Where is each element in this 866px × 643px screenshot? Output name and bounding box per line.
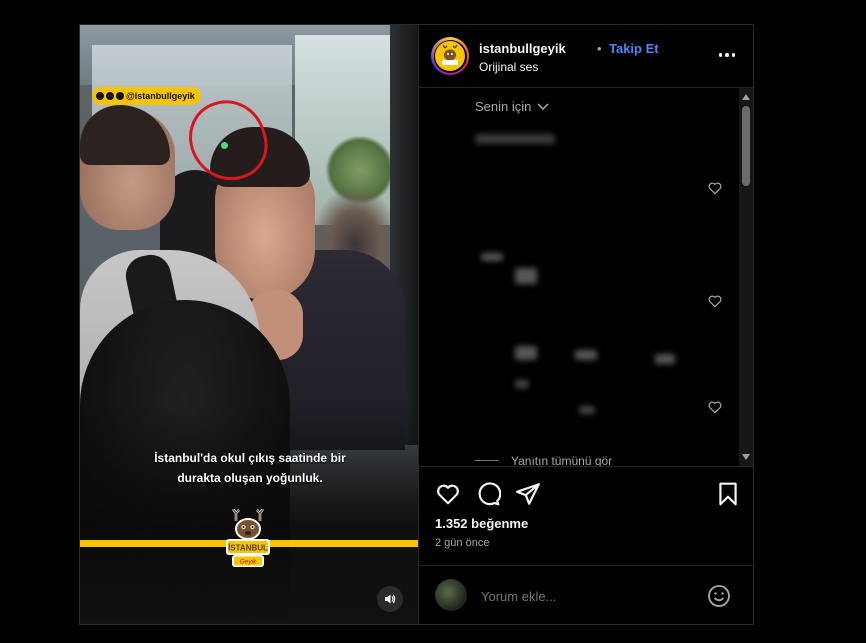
facebook-icon [96, 92, 104, 100]
heart-icon[interactable] [707, 399, 723, 415]
post-actions: 1.352 beğenme 2 gün önce [419, 466, 753, 567]
blurred-comment [579, 406, 595, 414]
brand-logo: İSTANBUL Geyik [224, 509, 272, 571]
sound-icon [385, 594, 396, 604]
separator-dot: • [597, 41, 602, 56]
video-player[interactable]: @istanbullgeyik İstanbul'da okul çıkış s… [80, 25, 418, 624]
comments-scrollbar[interactable] [739, 88, 753, 466]
blurred-comment [515, 346, 537, 360]
like-count[interactable]: 1.352 beğenme [435, 516, 528, 531]
logo-text: İSTANBUL [228, 544, 268, 553]
post-date[interactable]: 2 gün önce [435, 537, 489, 549]
post-header: istanbullgeyik • Takip Et Orijinal ses [419, 25, 753, 88]
caption-line-1: İstanbul'da okul çıkış saatinde bir [154, 451, 346, 465]
heart-icon[interactable] [435, 481, 461, 507]
blurred-comment [575, 350, 597, 360]
comments-section: Senin için Yanıtın tümünü gör [419, 88, 753, 466]
username-link[interactable]: istanbullgeyik [479, 41, 566, 56]
watermark-tag: @istanbullgeyik [92, 87, 201, 105]
scroll-thumb[interactable] [742, 106, 750, 186]
post-side-panel: istanbullgeyik • Takip Et Orijinal ses S… [418, 25, 753, 624]
sound-button[interactable] [377, 586, 403, 612]
comment-icon[interactable] [475, 481, 501, 507]
comment-input[interactable] [479, 588, 693, 605]
scroll-down-arrow[interactable] [742, 454, 750, 460]
divider [475, 460, 499, 461]
follow-button[interactable]: Takip Et [609, 41, 659, 56]
heart-icon[interactable] [707, 293, 723, 309]
logo-subtext: Geyik [240, 559, 257, 566]
blurred-comment [481, 253, 503, 261]
blurred-comment [515, 380, 529, 388]
video-caption: İstanbul'da okul çıkış saatinde bir dura… [120, 448, 380, 488]
comment-sort-dropdown[interactable]: Senin için [475, 99, 549, 114]
chevron-down-icon [537, 102, 549, 110]
comment-composer [419, 565, 753, 624]
scroll-up-arrow[interactable] [742, 94, 750, 100]
caption-line-2: durakta oluşan yoğunluk. [177, 471, 323, 485]
avatar [435, 579, 467, 611]
audio-label[interactable]: Orijinal ses [479, 60, 538, 74]
x-icon [116, 92, 124, 100]
share-icon[interactable] [515, 481, 541, 507]
deer-logo-icon [442, 45, 458, 65]
blurred-comment [515, 268, 537, 284]
see-all-replies-link[interactable]: Yanıtın tümünü gör [511, 454, 612, 466]
watermark-text: @istanbullgeyik [126, 91, 195, 101]
instagram-icon [106, 92, 114, 100]
blurred-comment [475, 134, 555, 144]
blurred-comment [655, 354, 675, 364]
heart-icon[interactable] [707, 180, 723, 196]
bookmark-icon[interactable] [715, 481, 741, 507]
emoji-icon[interactable] [707, 584, 731, 608]
sort-label: Senin için [475, 99, 532, 114]
post-modal: @istanbullgeyik İstanbul'da okul çıkış s… [79, 24, 754, 625]
avatar[interactable] [431, 37, 469, 75]
more-icon[interactable] [715, 45, 739, 65]
